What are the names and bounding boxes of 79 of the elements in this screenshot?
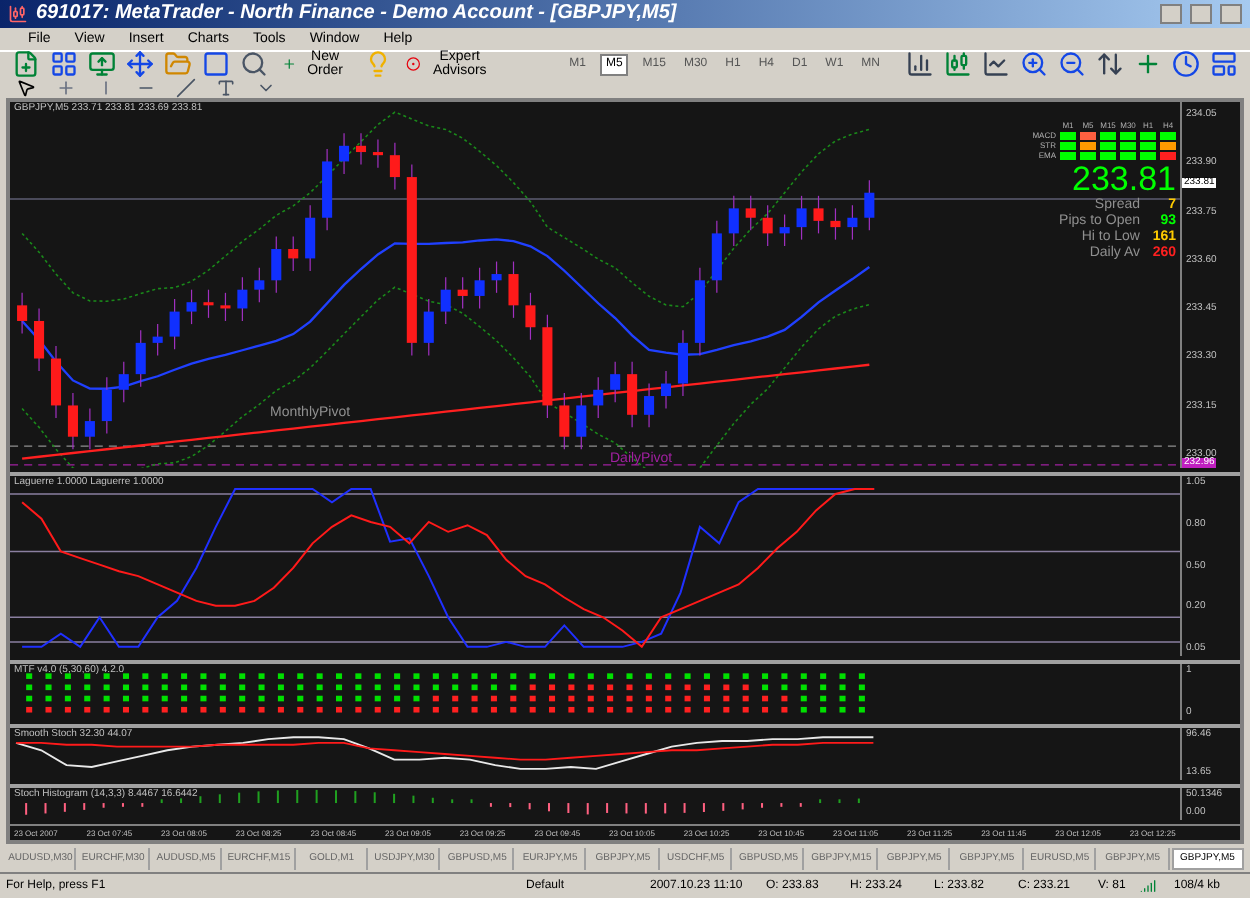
candlestick (694, 267, 705, 356)
candlestick (355, 132, 367, 166)
search-icon[interactable] (240, 50, 268, 78)
candlestick (101, 376, 112, 435)
candlestick (254, 267, 265, 303)
candlestick (118, 361, 129, 403)
minimize-button[interactable] (1160, 4, 1182, 24)
crosshair-icon[interactable] (56, 77, 76, 97)
candlestick (576, 392, 587, 450)
indicators-icon[interactable] (1134, 50, 1162, 78)
candlestick (830, 207, 841, 241)
candlestick-icon[interactable] (944, 50, 972, 78)
move-icon[interactable] (126, 50, 154, 78)
window-icon[interactable] (202, 50, 230, 78)
candlestick (372, 138, 383, 169)
autoscroll-icon[interactable] (1096, 50, 1124, 78)
candlestick (457, 276, 468, 310)
candlestick (339, 132, 350, 175)
candlestick (864, 179, 875, 231)
candlestick (440, 276, 451, 325)
candlestick (660, 370, 672, 410)
candlestick (34, 307, 45, 372)
candlestick (593, 376, 604, 419)
target-icon (405, 54, 421, 74)
cursor-icon[interactable] (16, 77, 36, 97)
candlestick (508, 260, 519, 319)
candlestick (305, 204, 316, 272)
line-chart-icon[interactable] (982, 50, 1010, 78)
candlestick (237, 276, 248, 322)
candlestick (220, 292, 231, 322)
maximize-button[interactable] (1190, 4, 1212, 24)
candlestick (525, 292, 536, 341)
candlestick (423, 298, 434, 356)
candlestick (135, 329, 146, 388)
candlestick (779, 214, 790, 247)
candlestick (559, 392, 570, 450)
candlestick (847, 204, 858, 241)
candlestick (50, 345, 62, 419)
market-watch-icon[interactable] (88, 50, 116, 78)
candlestick (711, 220, 722, 294)
candlestick (627, 361, 638, 428)
candlestick (186, 289, 197, 325)
profiles-icon[interactable] (50, 50, 78, 78)
current-price: 233.81 (1072, 162, 1176, 196)
candlestick (677, 329, 688, 397)
window-title: 691017: MetaTrader - North Finance - Demo Account - [GBPJPY,M5] (36, 4, 679, 24)
folder-icon[interactable] (164, 50, 192, 78)
candlestick (67, 392, 78, 450)
candlestick (762, 204, 773, 247)
candlestick (271, 235, 282, 294)
close-button[interactable] (1220, 4, 1242, 24)
template-icon[interactable] (1210, 50, 1238, 78)
candlestick (288, 235, 299, 272)
candlestick (389, 142, 400, 191)
candlestick (17, 292, 28, 335)
text-tool-icon[interactable] (216, 77, 236, 97)
candlestick (152, 323, 163, 356)
candlestick (169, 298, 180, 350)
connection-icon (1138, 878, 1158, 894)
clock-icon[interactable] (1172, 50, 1200, 78)
candlestick (491, 260, 502, 294)
candlestick (610, 361, 621, 403)
bar-chart-icon[interactable] (906, 50, 934, 78)
new-chart-icon[interactable] (12, 50, 40, 78)
trendline-icon[interactable] (176, 77, 196, 97)
candlestick (644, 382, 655, 428)
candlestick (542, 314, 553, 419)
zoom-out-icon[interactable] (1058, 50, 1086, 78)
app-icon (8, 4, 28, 24)
candlestick (745, 195, 756, 231)
zoom-in-icon[interactable] (1020, 50, 1048, 78)
candlestick (474, 267, 485, 310)
candlestick (322, 148, 333, 231)
candlestick (203, 289, 214, 319)
candlestick (813, 195, 824, 234)
candlestick (84, 407, 95, 450)
plus-icon (282, 54, 297, 74)
candlestick (728, 195, 739, 247)
candlestick (796, 195, 807, 241)
